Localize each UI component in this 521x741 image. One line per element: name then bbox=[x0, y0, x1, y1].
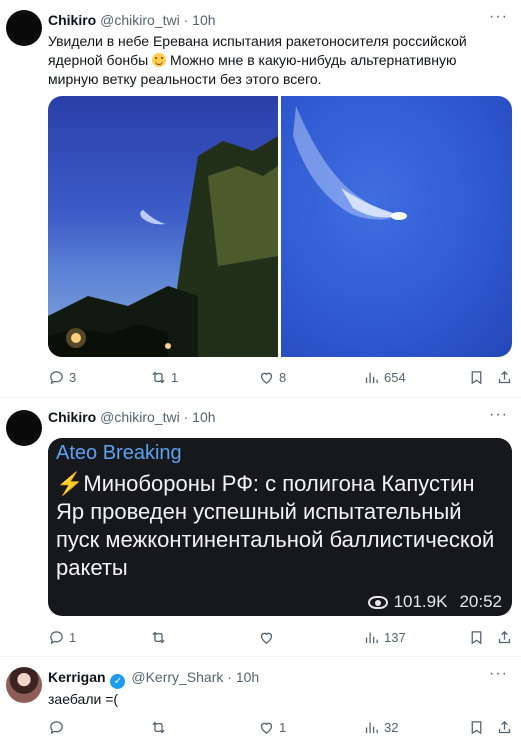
tweet-header: Chikiro @chikiro_twi · 10h bbox=[48, 409, 216, 425]
more-options-icon[interactable]: ··· bbox=[489, 8, 508, 26]
author-name[interactable]: Chikiro bbox=[48, 12, 96, 28]
retweet-count: 1 bbox=[171, 369, 179, 385]
share-button[interactable] bbox=[496, 717, 513, 737]
avatar[interactable] bbox=[6, 410, 42, 446]
verified-badge-icon: ✓ bbox=[110, 674, 126, 689]
retweet-button[interactable] bbox=[150, 627, 171, 647]
author-handle[interactable]: @chikiro_twi bbox=[100, 409, 180, 425]
more-options-icon[interactable]: ··· bbox=[489, 665, 508, 683]
retweet-icon bbox=[152, 371, 165, 383]
share-button[interactable] bbox=[496, 367, 513, 387]
tweet-time[interactable]: 10h bbox=[192, 12, 215, 28]
tweet-actions: 1 32 bbox=[48, 717, 514, 737]
views-icon bbox=[365, 372, 378, 383]
like-button[interactable] bbox=[258, 627, 279, 647]
tweet-time[interactable]: 10h bbox=[192, 409, 215, 425]
tweet-actions: 1 137 bbox=[48, 627, 514, 647]
author-handle[interactable]: @Kerry_Shark bbox=[131, 669, 223, 685]
reply-count: 3 bbox=[69, 369, 77, 385]
views-icon bbox=[365, 722, 378, 733]
reply-icon bbox=[50, 370, 63, 385]
views-button[interactable]: 137 bbox=[363, 627, 406, 647]
like-count: 1 bbox=[279, 719, 287, 735]
views-button[interactable]: 32 bbox=[363, 717, 398, 737]
tweet-actions: 3 1 8 654 bbox=[48, 367, 514, 387]
card-time: 20:52 bbox=[459, 592, 502, 611]
bookmark-button[interactable] bbox=[468, 717, 485, 737]
card-source-title: Ateo Breaking bbox=[56, 442, 182, 464]
retweet-button[interactable] bbox=[150, 717, 171, 737]
author-name[interactable]: Kerrigan bbox=[48, 669, 106, 685]
reply-button[interactable]: 1 bbox=[48, 627, 76, 647]
bookmark-button[interactable] bbox=[468, 367, 485, 387]
tweet-media[interactable] bbox=[48, 96, 512, 357]
card-views: 101.9K bbox=[393, 592, 448, 611]
card-headline: ⚡Минобороны РФ: с полигона Капустин Яр п… bbox=[56, 471, 495, 580]
views-count: 32 bbox=[384, 719, 399, 735]
smile-emoji-icon bbox=[152, 53, 167, 67]
tweet-header: Kerrigan ✓ @Kerry_Shark · 10h bbox=[48, 669, 259, 689]
share-icon bbox=[498, 630, 511, 643]
like-button[interactable]: 8 bbox=[258, 367, 286, 387]
eye-icon bbox=[367, 595, 388, 609]
sky-photo-trees[interactable] bbox=[48, 96, 278, 357]
sky-photo-trail[interactable] bbox=[281, 96, 512, 357]
author-name[interactable]: Chikiro bbox=[48, 409, 96, 425]
bookmark-button[interactable] bbox=[468, 627, 485, 647]
reply-icon bbox=[50, 720, 63, 735]
reply-button[interactable]: 3 bbox=[48, 367, 76, 387]
news-screenshot-card[interactable]: Ateo Breaking ⚡Минобороны РФ: с полигона… bbox=[48, 438, 512, 616]
reply-count: 1 bbox=[69, 629, 77, 645]
author-handle[interactable]: @chikiro_twi bbox=[100, 12, 180, 28]
tweet-time[interactable]: 10h bbox=[236, 669, 259, 685]
retweet-icon bbox=[152, 721, 165, 733]
tweet-text: заебали =( bbox=[48, 691, 119, 707]
heart-icon bbox=[260, 372, 273, 384]
reply-icon bbox=[50, 630, 63, 645]
share-icon bbox=[498, 720, 511, 733]
heart-icon bbox=[260, 632, 273, 644]
like-count: 8 bbox=[279, 369, 287, 385]
views-count: 654 bbox=[384, 369, 406, 385]
bookmark-icon bbox=[471, 370, 482, 384]
views-button[interactable]: 654 bbox=[363, 367, 406, 387]
avatar[interactable] bbox=[6, 10, 42, 46]
bookmark-icon bbox=[471, 720, 482, 734]
tweet-3[interactable]: Kerrigan ✓ @Kerry_Shark · 10h ··· заебал… bbox=[0, 657, 521, 741]
separator-dot: · bbox=[183, 409, 189, 425]
reply-button[interactable] bbox=[48, 717, 69, 737]
share-button[interactable] bbox=[496, 627, 513, 647]
retweet-button[interactable]: 1 bbox=[150, 367, 178, 387]
heart-icon bbox=[260, 722, 273, 734]
tweet-text: Увидели в небе Еревана испытания ракетон… bbox=[48, 32, 498, 89]
more-options-icon[interactable]: ··· bbox=[489, 406, 508, 424]
separator-dot: · bbox=[227, 669, 232, 685]
views-icon bbox=[365, 632, 378, 643]
card-meta: 101.9K 20:52 bbox=[367, 592, 502, 612]
separator-dot: · bbox=[183, 12, 189, 28]
tweet-2[interactable]: Chikiro @chikiro_twi · 10h ··· Ateo Brea… bbox=[0, 398, 521, 650]
bookmark-icon bbox=[471, 630, 482, 644]
tweet-header: Chikiro @chikiro_twi · 10h bbox=[48, 12, 216, 28]
like-button[interactable]: 1 bbox=[258, 717, 286, 737]
avatar[interactable] bbox=[6, 667, 42, 703]
views-count: 137 bbox=[384, 629, 406, 645]
retweet-icon bbox=[152, 631, 165, 643]
tweet-1[interactable]: Chikiro @chikiro_twi · 10h ··· Увидели в… bbox=[0, 0, 521, 395]
share-icon bbox=[498, 370, 511, 383]
